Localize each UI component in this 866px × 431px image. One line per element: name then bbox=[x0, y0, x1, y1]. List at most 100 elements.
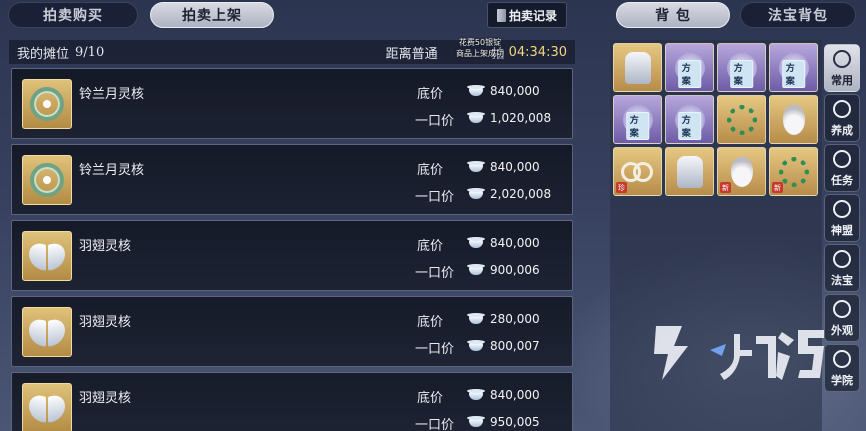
watermark-logo bbox=[654, 326, 824, 380]
plan-badge: 方案 bbox=[781, 60, 806, 88]
buyout-price-label: 一口价 bbox=[415, 418, 455, 431]
tab-auction-buy[interactable]: 拍卖购买 bbox=[8, 2, 138, 28]
inventory-slot[interactable] bbox=[769, 95, 818, 144]
beads-icon bbox=[726, 104, 757, 135]
wreath-icon[interactable] bbox=[22, 79, 72, 129]
buyout-price-label: 一口价 bbox=[415, 114, 455, 129]
stall-count: 9/10 bbox=[75, 44, 105, 60]
buyout-price: 1,020,008 bbox=[467, 111, 551, 125]
side-nav-label: 养成 bbox=[831, 124, 853, 137]
inventory-slot[interactable]: 新 bbox=[717, 147, 766, 196]
buyout-price: 2,020,008 bbox=[467, 187, 551, 201]
side-nav-label: 法宝 bbox=[831, 274, 853, 287]
side-nav-item-4[interactable]: 法宝 bbox=[824, 244, 860, 292]
listing-card[interactable]: 羽翅灵核 底价 一口价 280,000 800,007 bbox=[11, 296, 573, 367]
inventory-slot[interactable] bbox=[665, 147, 714, 196]
robe-icon bbox=[676, 155, 703, 188]
side-nav-label: 神盟 bbox=[831, 224, 853, 237]
side-nav-label: 任务 bbox=[831, 174, 853, 187]
buyout-price-label: 一口价 bbox=[415, 266, 455, 281]
listing-card[interactable]: 羽翅灵核 底价一口价 840,000 900,006 bbox=[11, 220, 573, 291]
base-price-label: 底价 bbox=[417, 391, 444, 406]
nav-icon bbox=[833, 200, 851, 218]
base-price: 840,000 bbox=[467, 160, 540, 174]
nav-icon bbox=[833, 250, 851, 268]
inventory-slot[interactable]: 珍 bbox=[613, 147, 662, 196]
silver-ingot-icon bbox=[467, 340, 485, 352]
base-price: 840,000 bbox=[467, 84, 540, 98]
listing-item-name: 铃兰月灵核 bbox=[79, 87, 145, 102]
plan-badge: 方案 bbox=[677, 112, 702, 140]
tab-bag[interactable]: 背 包 bbox=[616, 2, 730, 28]
base-price: 280,000 bbox=[467, 312, 540, 326]
tab-auction-sell[interactable]: 拍卖上架 bbox=[150, 2, 274, 28]
auction-record-button[interactable]: 拍卖记录 bbox=[487, 2, 567, 28]
base-price-label: 底价 bbox=[417, 163, 444, 178]
buyout-price-value: 900,006 bbox=[490, 263, 540, 277]
silver-ingot-icon bbox=[467, 416, 485, 428]
countdown-label: 距离普通 bbox=[385, 46, 438, 62]
listing-item-name: 羽翅灵核 bbox=[79, 239, 132, 254]
base-price-value: 840,000 bbox=[490, 84, 540, 98]
buyout-price-value: 2,020,008 bbox=[490, 187, 552, 201]
inventory-slot[interactable] bbox=[613, 43, 662, 92]
base-price-value: 280,000 bbox=[490, 312, 540, 326]
inventory-slot[interactable]: 新 bbox=[769, 147, 818, 196]
robe-icon bbox=[624, 51, 651, 84]
nav-icon bbox=[833, 300, 851, 318]
listing-card[interactable]: 铃兰月灵核 底价 一口价 840,000 1,020,008 bbox=[11, 68, 573, 139]
base-price: 840,000 bbox=[467, 236, 540, 250]
side-nav-item-2[interactable]: 任务 bbox=[824, 144, 860, 192]
silver-ingot-icon bbox=[467, 85, 485, 97]
nav-icon bbox=[833, 150, 851, 168]
inventory-slot[interactable]: 方案 bbox=[613, 95, 662, 144]
buyout-price-value: 800,007 bbox=[490, 339, 540, 353]
inventory-slot[interactable]: 方案 bbox=[717, 43, 766, 92]
toast-success-text: 商品上架成功 bbox=[456, 49, 504, 58]
buyout-price-value: 1,020,008 bbox=[490, 111, 552, 125]
silver-ingot-icon bbox=[467, 264, 485, 276]
inventory-slot[interactable]: 方案 bbox=[769, 43, 818, 92]
wings-icon[interactable] bbox=[22, 231, 72, 281]
item-mark: 珍 bbox=[616, 182, 627, 193]
tab-treasure-bag[interactable]: 法宝背包 bbox=[740, 2, 856, 28]
base-price-value: 840,000 bbox=[490, 160, 540, 174]
wreath-icon[interactable] bbox=[22, 155, 72, 205]
listing-item-name: 铃兰月灵核 bbox=[79, 163, 145, 178]
gourd-icon bbox=[782, 104, 805, 135]
beads-icon bbox=[778, 156, 809, 187]
inventory-slot[interactable] bbox=[717, 95, 766, 144]
plan-badge: 方案 bbox=[729, 60, 754, 88]
wings-icon[interactable] bbox=[22, 383, 72, 431]
inventory-slot[interactable]: 方案 bbox=[665, 95, 714, 144]
buyout-price: 800,007 bbox=[467, 339, 540, 353]
base-price-label: 底价 bbox=[417, 239, 444, 254]
plan-badge: 方案 bbox=[625, 112, 650, 140]
silver-ingot-icon bbox=[467, 237, 485, 249]
listing-card[interactable]: 铃兰月灵核 底价一口价 840,000 2,020,008 bbox=[11, 144, 573, 215]
nav-icon bbox=[833, 50, 851, 68]
base-price: 840,000 bbox=[467, 388, 540, 402]
listing-item-name: 羽翅灵核 bbox=[79, 391, 132, 406]
side-nav-label: 常用 bbox=[831, 74, 853, 87]
side-nav-label: 学院 bbox=[831, 374, 853, 387]
nav-icon bbox=[833, 100, 851, 118]
listing-item-name: 羽翅灵核 bbox=[79, 315, 132, 330]
silver-ingot-icon bbox=[467, 313, 485, 325]
side-nav-item-3[interactable]: 神盟 bbox=[824, 194, 860, 242]
wings-icon[interactable] bbox=[22, 307, 72, 357]
listing-card[interactable]: 羽翅灵核 底价一口价 840,000 950,005 bbox=[11, 372, 573, 431]
inventory-slot[interactable]: 方案 bbox=[665, 43, 714, 92]
gourd-icon bbox=[730, 156, 753, 187]
buyout-price-value: 950,005 bbox=[490, 415, 540, 429]
countdown-timer: 04:34:30 bbox=[508, 44, 567, 60]
base-price-value: 840,000 bbox=[490, 388, 540, 402]
buyout-price: 950,005 bbox=[467, 415, 540, 429]
side-nav-item-0[interactable]: 常用 bbox=[824, 44, 860, 92]
plan-badge: 方案 bbox=[677, 60, 702, 88]
buyout-price-label: 一口价 bbox=[415, 190, 455, 205]
silver-ingot-icon bbox=[467, 389, 485, 401]
buyout-price: 900,006 bbox=[467, 263, 540, 277]
side-nav-item-1[interactable]: 养成 bbox=[824, 94, 860, 142]
side-nav-label: 外观 bbox=[831, 324, 853, 337]
